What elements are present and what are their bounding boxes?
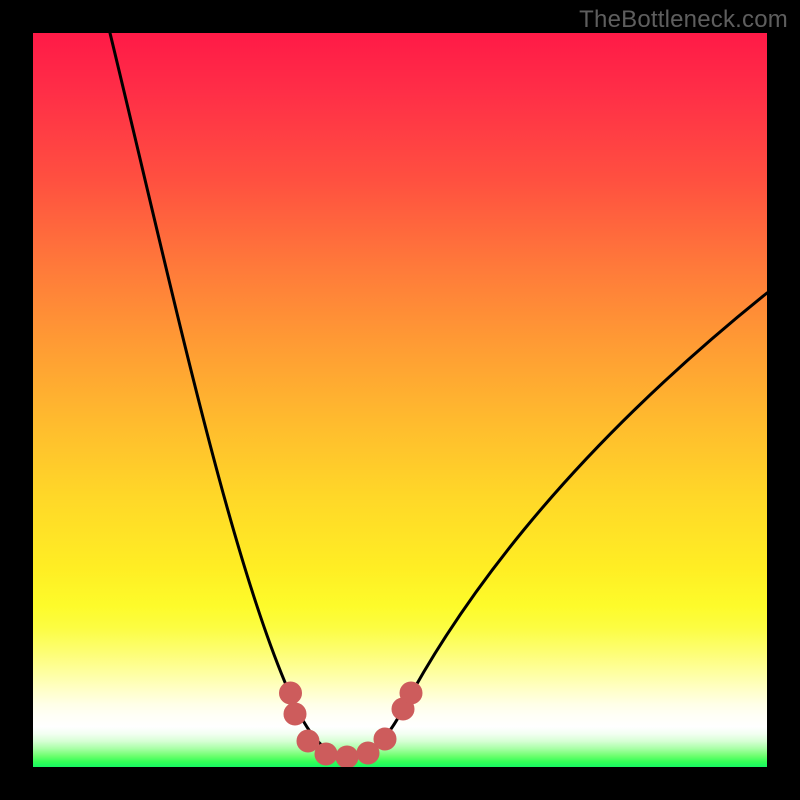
chart-frame: TheBottleneck.com xyxy=(0,0,800,800)
chart-svg xyxy=(33,33,767,767)
marker-group xyxy=(280,682,423,767)
curve-marker xyxy=(336,746,358,767)
curve-marker xyxy=(374,728,396,750)
curve-marker xyxy=(280,682,302,704)
curve-marker xyxy=(284,703,306,725)
plot-area xyxy=(33,33,767,767)
curve-marker xyxy=(315,743,337,765)
curve-marker xyxy=(297,730,319,752)
bottleneck-curve xyxy=(110,33,767,757)
curve-marker xyxy=(400,682,422,704)
watermark-text: TheBottleneck.com xyxy=(579,6,788,34)
